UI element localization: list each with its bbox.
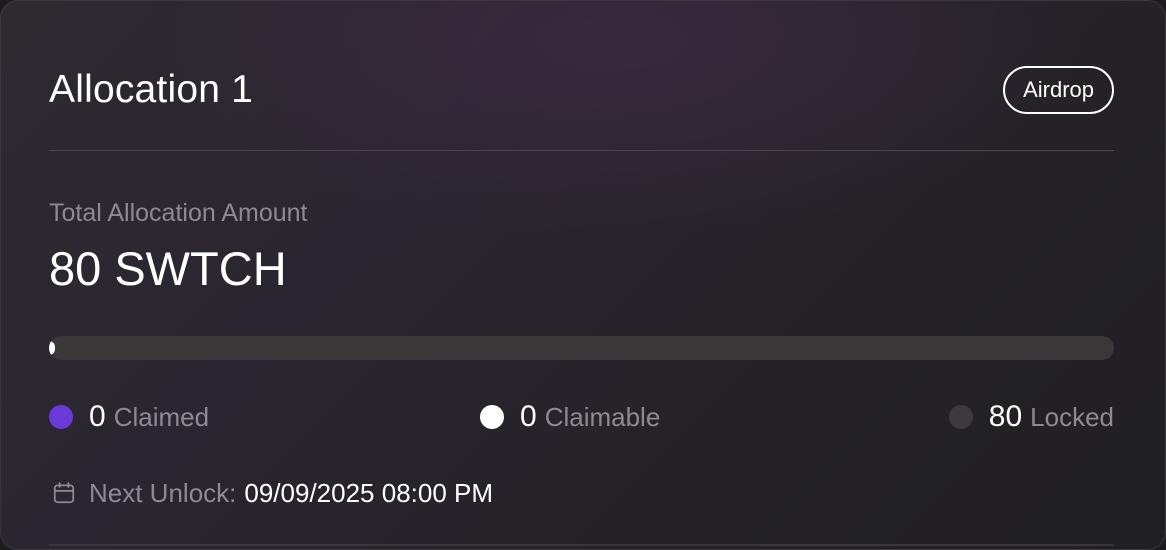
airdrop-badge: Airdrop: [1003, 66, 1114, 114]
locked-value: 80: [988, 400, 1023, 433]
progress-start-marker: [49, 341, 55, 355]
allocation-title: Allocation 1: [49, 68, 254, 111]
next-unlock-value: 09/09/2025 08:00 PM: [244, 477, 494, 508]
allocation-card: Allocation 1 Airdrop Total Allocation Am…: [0, 0, 1166, 550]
total-allocation-amount: 80 SWTCH: [49, 242, 287, 295]
claimable-dot-icon: [480, 405, 504, 429]
claimable-label: Claimable: [544, 401, 661, 432]
claimed-label: Claimed: [113, 401, 210, 432]
allocation-progress-bar: [49, 336, 1114, 360]
total-allocation-label: Total Allocation Amount: [49, 199, 308, 227]
claimable-value: 0: [520, 400, 537, 433]
next-unlock-row: Next Unlock: 09/09/2025 08:00 PM: [51, 475, 493, 511]
claimed-dot-icon: [49, 405, 73, 429]
legend-claimable: 0 Claimable: [480, 397, 660, 437]
locked-dot-icon: [948, 405, 973, 429]
bottom-divider: [49, 544, 1114, 546]
calendar-icon: [53, 482, 75, 504]
next-unlock-label: Next Unlock:: [89, 477, 237, 508]
legend-locked: 80 Locked: [948, 397, 1114, 437]
legend-claimed: 0 Claimed: [49, 397, 209, 437]
claimed-value: 0: [89, 400, 106, 433]
header-divider: [49, 150, 1114, 151]
locked-label: Locked: [1030, 401, 1114, 432]
